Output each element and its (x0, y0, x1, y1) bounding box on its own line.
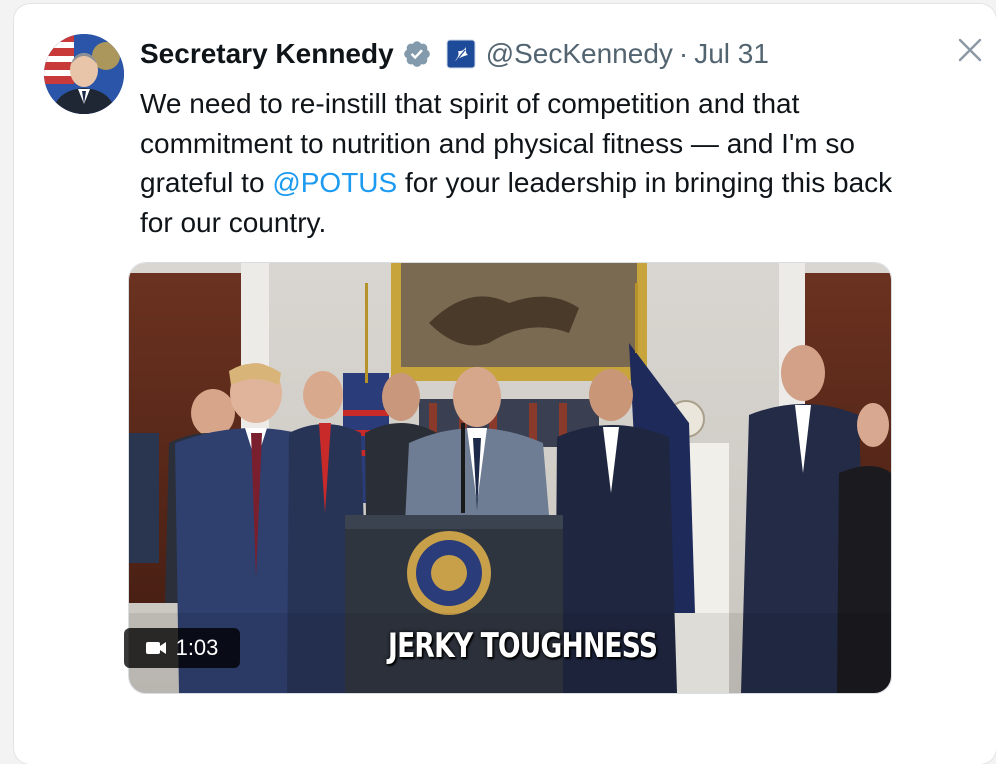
video-duration: 1:03 (175, 635, 219, 660)
mention-link[interactable]: @POTUS (272, 167, 397, 198)
tweet-header: Secretary Kennedy @SecKennedy · Jul 31 (140, 34, 769, 74)
avatar[interactable] (44, 34, 124, 114)
verified-badge-icon[interactable] (402, 39, 432, 69)
video-caption: JERKY TOUGHNESS (388, 626, 658, 666)
author-handle[interactable]: @SecKennedy (486, 38, 673, 70)
author-name[interactable]: Secretary Kennedy (140, 38, 394, 70)
close-icon[interactable] (954, 34, 986, 66)
video-duration-badge: 1:03 (124, 628, 240, 668)
hhs-affiliation-icon[interactable] (446, 39, 476, 69)
tweet-date[interactable]: Jul 31 (694, 38, 769, 70)
separator-dot: · (678, 38, 689, 69)
tweet-text: We need to re-instill that spirit of com… (140, 84, 930, 242)
video-camera-icon (145, 642, 166, 654)
